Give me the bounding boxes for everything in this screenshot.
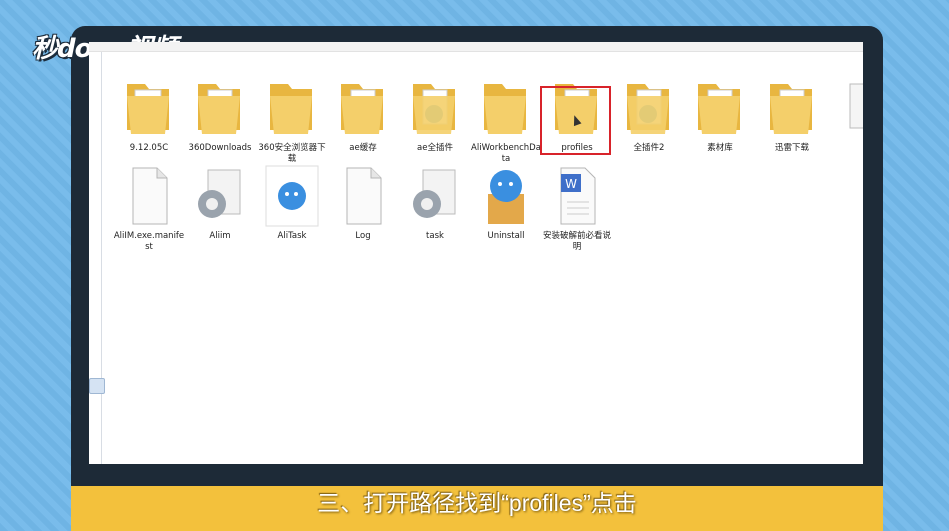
item-label: ae缓存 xyxy=(349,143,377,153)
item-label: 迅雷下载 xyxy=(774,143,809,153)
folder-item[interactable]: 全插件2 xyxy=(613,76,685,154)
item-label: 360Downloads xyxy=(188,143,252,153)
item-label: 安装破解前必看说明 xyxy=(542,231,611,252)
folder-icon xyxy=(621,76,677,140)
explorer-window: 9.12.05C 360Downloads 360安全浏览器下载 ae缓存 ae… xyxy=(89,42,863,464)
file-icon xyxy=(836,76,863,140)
item-label: 9.12.05C xyxy=(129,143,169,153)
folder-item[interactable]: AliWorkbenchData xyxy=(470,76,542,165)
folder-item[interactable]: 迅雷下载 xyxy=(756,76,828,154)
folder-item[interactable]: 素材库 xyxy=(684,76,756,154)
item-label: Aliim xyxy=(209,231,231,241)
item-label: AliIM.exe.manifest xyxy=(113,231,185,252)
toolbar-strip xyxy=(89,42,863,52)
file-icon xyxy=(121,164,177,228)
folder-icon xyxy=(478,76,534,140)
gear-icon xyxy=(407,164,463,228)
item-label: ae全插件 xyxy=(417,143,453,153)
item-label: 360安全浏览器下载 xyxy=(258,143,326,164)
file-icon xyxy=(335,164,391,228)
nav-scroll-thumb[interactable] xyxy=(89,378,105,394)
item-label: Uninstall xyxy=(487,231,525,241)
aliwangwang-icon xyxy=(264,164,320,228)
folder-icon xyxy=(407,76,463,140)
folder-icon xyxy=(764,76,820,140)
folder-item[interactable]: 360安全浏览器下载 xyxy=(256,76,328,165)
folder-icon xyxy=(264,76,320,140)
folder-item[interactable]: ae缓存 xyxy=(327,76,399,154)
folder-icon xyxy=(335,76,391,140)
svg-text:W: W xyxy=(565,177,577,191)
folder-item-partial[interactable] xyxy=(831,76,863,140)
item-label: AliWorkbenchData xyxy=(471,143,541,164)
file-item[interactable]: AliIM.exe.manifest xyxy=(113,164,185,253)
folder-item[interactable]: 360Downloads xyxy=(184,76,256,154)
item-label: Log xyxy=(355,231,371,241)
item-label: task xyxy=(426,231,444,241)
folder-item[interactable]: 9.12.05C xyxy=(113,76,185,154)
shopping-bag-icon xyxy=(478,164,534,228)
wps-document-icon: W xyxy=(549,164,605,228)
folder-item[interactable]: ae全插件 xyxy=(399,76,471,154)
pane-divider xyxy=(101,52,102,464)
file-item[interactable]: Log xyxy=(327,164,399,242)
folder-icon xyxy=(121,76,177,140)
subtitle-caption: 三、打开路径找到“profiles”点击 xyxy=(71,486,883,531)
item-label: 素材库 xyxy=(707,143,733,153)
item-label: 全插件2 xyxy=(633,143,665,153)
folder-icon xyxy=(692,76,748,140)
file-item[interactable]: Aliim xyxy=(184,164,256,242)
file-item[interactable]: W 安装破解前必看说明 xyxy=(541,164,613,253)
folder-icon xyxy=(192,76,248,140)
item-label: AliTask xyxy=(277,231,307,241)
file-item[interactable]: task xyxy=(399,164,471,242)
gear-icon xyxy=(192,164,248,228)
file-item[interactable]: Uninstall xyxy=(470,164,542,242)
file-item[interactable]: AliTask xyxy=(256,164,328,242)
